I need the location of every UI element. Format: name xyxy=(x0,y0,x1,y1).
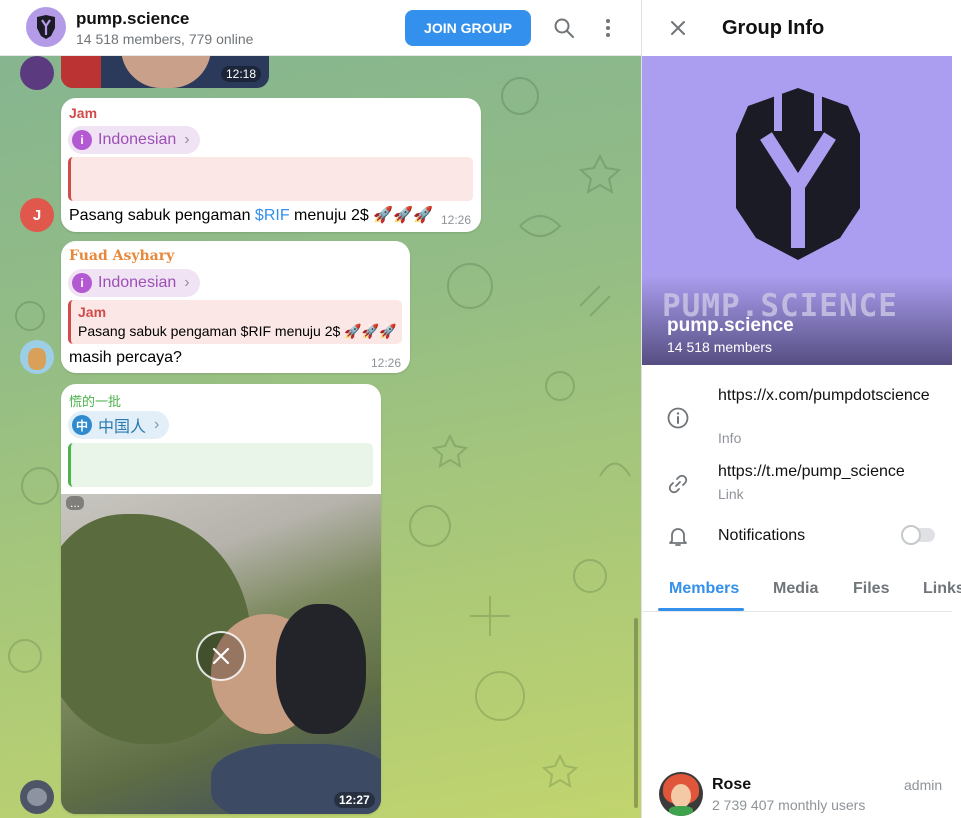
translate-language-pill[interactable]: i Indonesian › xyxy=(68,126,200,154)
close-icon[interactable] xyxy=(666,16,690,40)
chevron-right-icon: › xyxy=(184,274,190,291)
chat-scrollbar[interactable] xyxy=(634,618,638,808)
group-name: pump.science xyxy=(667,315,794,336)
language-label: 中国人 xyxy=(98,419,147,436)
search-icon[interactable] xyxy=(552,16,576,40)
toggle-knob xyxy=(901,525,921,545)
chat-header: pump.science 14 518 members, 779 online … xyxy=(0,0,641,56)
message-time: 12:27 xyxy=(334,792,375,808)
cashtag-link[interactable]: $RIF xyxy=(255,207,290,224)
message-bubble[interactable]: Fuad Asyhary i Indonesian › Jam Pasang s… xyxy=(61,241,410,373)
info-value[interactable]: https://t.me/pump_science xyxy=(718,462,944,482)
bell-icon xyxy=(669,528,687,546)
translate-language-pill[interactable]: 中 中国人 › xyxy=(68,411,170,439)
language-label: Indonesian xyxy=(98,131,177,148)
quote-sender: Jam xyxy=(78,304,107,320)
message-sender[interactable]: Jam xyxy=(69,105,97,121)
tab-links[interactable]: Links xyxy=(923,580,961,598)
translation-placeholder xyxy=(68,157,473,201)
message-time: 12:18 xyxy=(220,66,261,82)
group-member-count: 14 518 members xyxy=(667,339,773,355)
chevron-right-icon: › xyxy=(184,131,190,148)
info-label: Info xyxy=(718,430,742,446)
pump-science-logo-icon xyxy=(736,88,860,260)
translate-language-pill[interactable]: i Indonesian › xyxy=(68,269,200,297)
quote-text: Pasang sabuk pengaman $RIF menuju 2$ 🚀🚀🚀 xyxy=(78,323,397,339)
tab-media[interactable]: Media xyxy=(773,580,818,598)
translation-placeholder xyxy=(68,443,373,487)
member-name: Rose xyxy=(712,776,752,793)
language-badge: 中 xyxy=(72,415,92,435)
member-subtitle: 2 739 407 monthly users xyxy=(712,797,866,813)
message-sender[interactable]: Fuad Asyhary xyxy=(69,248,174,264)
member-list-item[interactable]: Rose 2 739 407 monthly users admin xyxy=(642,766,952,818)
active-tab-indicator xyxy=(658,608,744,611)
video-thumbnail[interactable]: 12:18 xyxy=(61,56,269,88)
info-icon: i xyxy=(72,130,92,150)
photo-media[interactable]: ... 12:27 xyxy=(61,494,381,814)
message-bubble[interactable]: Jam i Indonesian › Pasang sabuk pengaman… xyxy=(61,98,481,232)
join-group-button[interactable]: JOIN GROUP xyxy=(405,10,531,46)
message-time: 12:26 xyxy=(371,356,402,370)
chat-member-count: 14 518 members, 779 online xyxy=(76,31,254,47)
group-cover-image[interactable]: PUMP.SCIENCE pump.science 14 518 members xyxy=(642,56,952,365)
language-label: Indonesian xyxy=(98,274,177,291)
link-icon xyxy=(668,474,688,494)
sender-avatar[interactable] xyxy=(20,340,54,374)
member-role: admin xyxy=(904,777,943,793)
chat-background: 12:18 Jam i Indonesian › Pasang sabuk pe… xyxy=(0,56,641,818)
group-info-panel: Group Info PUMP.SCIENCE pump.science 14 … xyxy=(641,0,961,818)
info-icon xyxy=(667,407,689,429)
message-time: 12:26 xyxy=(441,213,472,227)
info-icon: i xyxy=(72,273,92,293)
chevron-right-icon: › xyxy=(154,416,160,433)
chat-title[interactable]: pump.science xyxy=(76,9,189,29)
more-vert-icon[interactable] xyxy=(596,16,620,40)
chat-area: pump.science 14 518 members, 779 online … xyxy=(0,0,641,818)
group-avatar[interactable] xyxy=(26,7,66,47)
message-text: Pasang sabuk pengaman $RIF menuju 2$ 🚀🚀🚀 xyxy=(69,207,433,224)
info-row-description[interactable]: https://x.com/pumpdotscience Info xyxy=(642,380,952,450)
message-text: masih percaya? xyxy=(69,349,182,366)
message-bubble[interactable]: 慌的一批 中 中国人 › ... 12:27 xyxy=(61,384,381,814)
avatar xyxy=(659,772,703,816)
sender-avatar[interactable]: J xyxy=(20,198,54,232)
sender-avatar[interactable] xyxy=(20,56,54,90)
panel-tabs: Members Media Files Links xyxy=(642,566,961,612)
close-icon xyxy=(212,647,230,665)
info-row-link[interactable]: https://t.me/pump_science Link xyxy=(642,454,952,510)
cancel-download-button[interactable] xyxy=(196,631,246,681)
pump-science-logo-icon xyxy=(37,15,55,39)
sender-avatar[interactable] xyxy=(20,780,54,814)
notifications-toggle[interactable] xyxy=(901,525,935,545)
info-value[interactable]: https://x.com/pumpdotscience xyxy=(718,386,944,406)
panel-title: Group Info xyxy=(722,17,825,39)
tab-members[interactable]: Members xyxy=(669,580,739,598)
panel-header: Group Info xyxy=(642,0,961,56)
info-label: Link xyxy=(718,486,744,502)
message-sender[interactable]: 慌的一批 xyxy=(69,391,121,410)
reply-quote[interactable]: Jam Pasang sabuk pengaman $RIF menuju 2$… xyxy=(68,300,402,344)
tab-files[interactable]: Files xyxy=(853,580,889,598)
media-menu-dots[interactable]: ... xyxy=(66,496,85,510)
